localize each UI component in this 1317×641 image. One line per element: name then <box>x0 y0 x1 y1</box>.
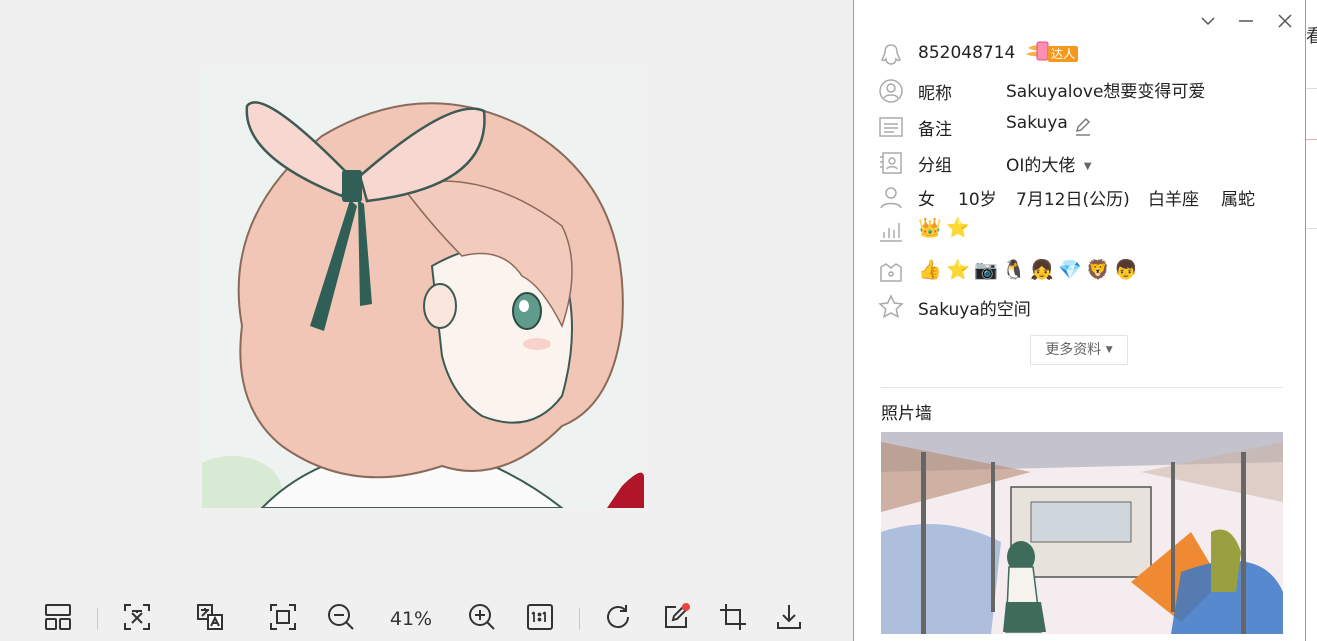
services-icon <box>878 259 904 285</box>
photo-wall-image[interactable] <box>881 432 1283 634</box>
age-value: 10岁 <box>958 190 997 210</box>
service-badge[interactable]: 👧 <box>1030 259 1054 281</box>
download-icon[interactable] <box>772 600 806 634</box>
avatar-image[interactable] <box>202 66 644 508</box>
contacts-icon <box>878 150 904 176</box>
expert-badge-label: 达人 <box>1048 46 1079 62</box>
zoom-level: 41% <box>389 608 433 630</box>
crown-badge[interactable]: 👑 <box>918 217 942 239</box>
nickname-value: Sakuyalove想要变得可爱 <box>1006 82 1206 102</box>
edge-divider <box>1306 88 1317 89</box>
space-row: Sakuya的空间 <box>854 292 1307 322</box>
service-badge[interactable]: 🐧 <box>1002 259 1026 281</box>
minimize-icon[interactable] <box>1233 8 1259 34</box>
background-window-edge: 看 <box>1306 0 1317 641</box>
bus-interior-illustration <box>881 432 1283 634</box>
edge-divider <box>1306 228 1317 229</box>
qq-number-row: 852048714 达人 <box>854 40 1307 70</box>
service-badges-row: 👍 ⭐ 📷 🐧 👧 💎 🦁 👦 <box>854 257 1307 287</box>
profile-panel: 852048714 达人 昵称 Sakuyalove想要变得可爱 备注 Saku… <box>853 0 1306 641</box>
service-badge[interactable]: 💎 <box>1058 259 1082 281</box>
translate-icon[interactable] <box>193 600 227 634</box>
toolbar-divider <box>579 608 580 630</box>
edge-divider <box>1306 139 1317 140</box>
actual-size-icon[interactable] <box>523 600 557 634</box>
more-info-button[interactable]: 更多资料 ▼ <box>1030 335 1128 365</box>
birthday-value: 7月12日(公历) <box>1016 190 1130 210</box>
pencil-icon[interactable] <box>1074 118 1092 136</box>
group-label: 分组 <box>918 156 952 176</box>
edit-icon[interactable] <box>659 600 693 634</box>
viewer-toolbar: 41% <box>0 596 853 641</box>
person-icon <box>878 184 904 210</box>
group-dropdown[interactable]: OI的大佬 ▼ <box>1006 151 1092 176</box>
basic-info-row: 女 10岁 7月12日(公历) 白羊座 属蛇 <box>854 182 1307 212</box>
chevron-down-icon[interactable] <box>1195 8 1221 34</box>
crop-icon[interactable] <box>716 600 750 634</box>
image-viewer: 41% <box>0 0 853 641</box>
service-badge[interactable]: 👦 <box>1114 259 1138 281</box>
user-circle-icon <box>878 78 904 104</box>
nickname-row: 昵称 Sakuyalove想要变得可爱 <box>854 76 1307 106</box>
space-link[interactable]: Sakuya的空间 <box>918 295 1031 320</box>
close-icon[interactable] <box>1272 8 1298 34</box>
anime-girl-illustration <box>202 66 644 508</box>
photo-wall-title: 照片墙 <box>881 404 932 424</box>
edge-text: 看 <box>1306 26 1317 47</box>
toolbar-divider <box>97 608 98 630</box>
more-info-label: 更多资料 <box>1045 342 1102 358</box>
group-value: OI的大佬 <box>1006 156 1076 176</box>
remark-row: 备注 Sakuya <box>854 112 1307 142</box>
star-outline-icon <box>878 294 904 320</box>
group-row: 分组 OI的大佬 ▼ <box>854 148 1307 178</box>
level-row: 👑 ⭐ <box>854 216 1307 246</box>
level-chart-icon <box>878 218 904 244</box>
ocr-text-icon[interactable] <box>120 600 154 634</box>
service-badge[interactable]: 👍 <box>918 259 942 281</box>
star-badge[interactable]: ⭐ <box>946 217 970 239</box>
service-badge[interactable]: ⭐ <box>946 259 970 281</box>
caret-down-icon: ▼ <box>1105 345 1113 355</box>
caret-down-icon: ▼ <box>1083 161 1092 172</box>
nickname-label: 昵称 <box>918 84 952 104</box>
fit-screen-icon[interactable] <box>266 600 300 634</box>
penguin-icon <box>878 42 904 68</box>
zodiac-value: 白羊座 <box>1148 190 1199 210</box>
service-badge[interactable]: 🦁 <box>1086 259 1110 281</box>
service-badge[interactable]: 📷 <box>974 259 998 281</box>
gender-value: 女 <box>918 190 935 210</box>
chinese-zodiac-value: 属蛇 <box>1221 190 1255 210</box>
expert-badge[interactable]: 达人 <box>1024 40 1084 66</box>
zoom-out-icon[interactable] <box>324 600 358 634</box>
rotate-icon[interactable] <box>601 600 635 634</box>
layout-icon[interactable] <box>41 600 75 634</box>
section-divider <box>881 387 1283 388</box>
id-card-icon <box>878 114 904 140</box>
qq-number: 852048714 <box>918 43 1016 63</box>
remark-value: Sakuya <box>1006 113 1068 133</box>
remark-label: 备注 <box>918 120 952 140</box>
zoom-in-icon[interactable] <box>465 600 499 634</box>
